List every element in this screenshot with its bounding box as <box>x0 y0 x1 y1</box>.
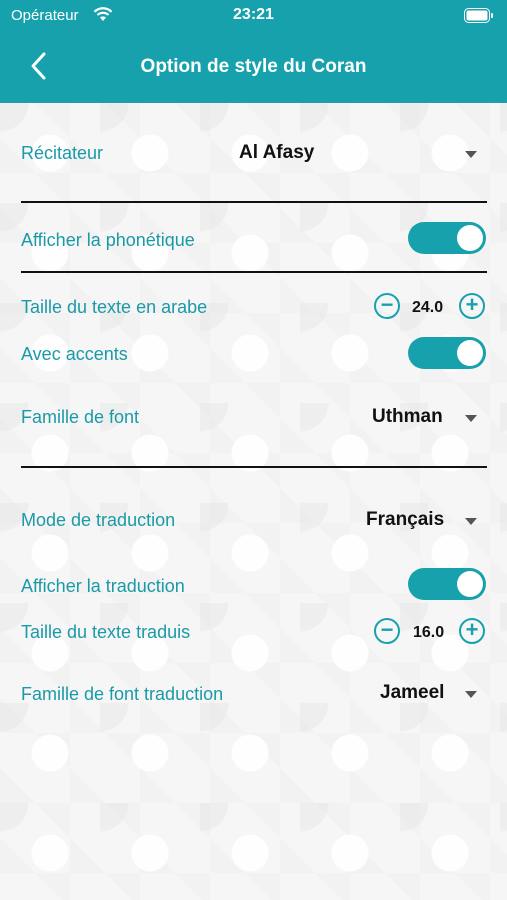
translated-size-row: Taille du texte traduis − 16.0 + <box>21 617 487 647</box>
reciter-row[interactable]: Récitateur Al Afasy <box>21 141 487 169</box>
reciter-value[interactable]: Al Afasy <box>239 142 314 164</box>
caret-down-icon[interactable] <box>465 151 477 158</box>
translation-font-value[interactable]: Jameel <box>380 682 444 704</box>
arabic-size-row: Taille du texte en arabe − 24.0 + <box>21 292 487 322</box>
caret-down-icon[interactable] <box>465 691 477 698</box>
minus-circle-icon[interactable]: − <box>374 618 400 644</box>
divider <box>21 271 487 273</box>
font-family-value[interactable]: Uthman <box>372 406 443 428</box>
arabic-size-label: Taille du texte en arabe <box>21 297 208 317</box>
caret-down-icon[interactable] <box>465 415 477 422</box>
font-family-label: Famille de font <box>21 407 140 427</box>
phonetic-toggle[interactable] <box>408 222 486 254</box>
reciter-label: Récitateur <box>21 143 104 163</box>
page-title: Option de style du Coran <box>140 56 367 77</box>
font-family-row[interactable]: Famille de font Uthman <box>21 405 487 433</box>
status-time: 23:21 <box>233 6 274 23</box>
accents-toggle[interactable] <box>408 337 486 369</box>
nav-header: Opérateur 23:21 Option de style du Coran <box>0 0 507 103</box>
translation-font-row[interactable]: Famille de font traduction Jameel <box>21 681 487 709</box>
show-translation-label: Afficher la traduction <box>21 576 185 596</box>
caret-down-icon[interactable] <box>465 518 477 525</box>
toggle-knob <box>457 571 483 597</box>
arabic-size-value: 24.0 <box>412 299 444 316</box>
phonetic-row: Afficher la phonétique <box>21 222 487 258</box>
translation-mode-row[interactable]: Mode de traduction Français <box>21 508 487 536</box>
plus-circle-icon[interactable]: + <box>459 618 485 644</box>
translation-font-label: Famille de font traduction <box>21 684 224 704</box>
translation-mode-value[interactable]: Français <box>366 509 444 531</box>
phonetic-label: Afficher la phonétique <box>21 230 195 250</box>
accents-label: Avec accents <box>21 344 128 364</box>
plus-circle-icon[interactable]: + <box>459 293 485 319</box>
status-bar: Opérateur 23:21 <box>0 0 507 32</box>
divider <box>21 201 487 203</box>
minus-circle-icon[interactable]: − <box>374 293 400 319</box>
show-translation-row: Afficher la traduction <box>21 568 487 604</box>
toggle-knob <box>457 225 483 251</box>
settings-content: Récitateur Al Afasy Afficher la phonétiq… <box>0 103 507 900</box>
divider <box>21 466 487 468</box>
toggle-knob <box>457 340 483 366</box>
translated-size-label: Taille du texte traduis <box>21 622 191 642</box>
show-translation-toggle[interactable] <box>408 568 486 600</box>
battery-icon <box>464 8 494 28</box>
accents-row: Avec accents <box>21 337 487 373</box>
translation-mode-label: Mode de traduction <box>21 510 176 530</box>
translated-size-value: 16.0 <box>413 624 445 641</box>
